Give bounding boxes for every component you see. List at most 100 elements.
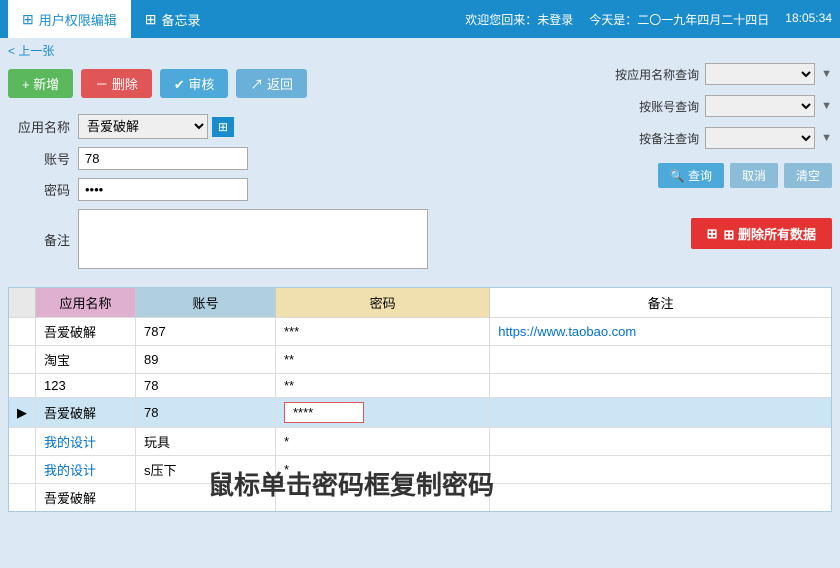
search-by-account-row: 按账号查询 ▼ (512, 95, 832, 117)
table-body: 吾爱破解787***https://www.taobao.com淘宝89**12… (9, 318, 831, 512)
search-by-app-select[interactable] (705, 63, 815, 85)
clear-button[interactable]: 清空 (784, 163, 832, 188)
row-arrow (9, 318, 36, 346)
password-input[interactable] (78, 178, 248, 201)
cell-app-name: 淘宝 (36, 346, 136, 374)
account-input[interactable] (78, 147, 248, 170)
app-grid-button[interactable]: ⊞ (212, 117, 234, 137)
col-password: 密码 (276, 288, 490, 318)
search-by-app-row: 按应用名称查询 ▼ (512, 63, 832, 85)
cell-app-name: 123 (36, 374, 136, 398)
cell-password[interactable]: *** (276, 318, 490, 346)
col-app-name: 应用名称 (36, 288, 136, 318)
cell-note (490, 484, 831, 512)
account-label: 账号 (8, 149, 78, 168)
note-label: 备注 (8, 230, 78, 249)
search-panel: 按应用名称查询 ▼ 按账号查询 ▼ 按备注查询 ▼ (512, 63, 832, 277)
tab-memo-label: 备忘录 (161, 10, 200, 29)
table-row[interactable]: 我的设计s压下* (9, 456, 831, 484)
app-select-row: 吾爱破解 ⊞ (78, 114, 234, 139)
table-row[interactable]: 12378** (9, 374, 831, 398)
delete-button[interactable]: － 删除 (81, 69, 152, 98)
delete-all-button[interactable]: ⊞ ⊞ 删除所有数据 (691, 218, 832, 249)
table-row[interactable]: 吾爱破解787***https://www.taobao.com (9, 318, 831, 346)
table-row[interactable]: 吾爱破解 (9, 484, 831, 512)
tab-user-permissions-label: 用户权限编辑 (39, 10, 117, 29)
search-icon: 🔍 (670, 169, 685, 183)
password-label: 密码 (8, 180, 78, 199)
search-by-note-row: 按备注查询 ▼ (512, 127, 832, 149)
cell-account: s压下 (136, 456, 276, 484)
note-input[interactable] (78, 209, 428, 269)
cell-account: 89 (136, 346, 276, 374)
grid-icon-1: ⊞ (22, 11, 34, 28)
chevron-down-icon-3: ▼ (821, 132, 832, 144)
table-row[interactable]: 我的设计玩具* (9, 428, 831, 456)
cell-app-name: 吾爱破解 (36, 484, 136, 512)
search-by-app-label: 按应用名称查询 (615, 66, 699, 83)
cell-note (490, 398, 831, 428)
tab-user-permissions[interactable]: ⊞ 用户权限编辑 (8, 0, 131, 38)
account-row: 账号 (8, 147, 492, 170)
search-buttons: 🔍 查询 取消 清空 (512, 163, 832, 188)
cell-password[interactable]: ** (276, 374, 490, 398)
cell-app-name: 我的设计 (36, 428, 136, 456)
cell-note (490, 428, 831, 456)
toolbar: + 新增 － 删除 ✔ 审核 ↗ 返回 (8, 63, 492, 104)
app-name-select[interactable]: 吾爱破解 (78, 114, 208, 139)
cell-password[interactable]: * (276, 428, 490, 456)
return-button[interactable]: ↗ 返回 (236, 69, 307, 98)
cell-app-name: 我的设计 (36, 456, 136, 484)
cancel-button[interactable]: 取消 (730, 163, 778, 188)
table-row[interactable]: 淘宝89** (9, 346, 831, 374)
note-row: 备注 (8, 209, 492, 269)
row-arrow (9, 428, 36, 456)
grid-icon-delete: ⊞ (707, 226, 718, 242)
app-name-label: 应用名称 (8, 117, 78, 136)
search-by-note-select[interactable] (705, 127, 815, 149)
topbar-info: 欢迎您回来：未登录 今天是：二〇一九年四月二十四日 18:05:34 (465, 11, 832, 28)
col-note: 备注 (490, 288, 831, 318)
row-arrow (9, 484, 36, 512)
topbar: ⊞ 用户权限编辑 ⊞ 备忘录 欢迎您回来：未登录 今天是：二〇一九年四月二十四日… (0, 0, 840, 38)
welcome-text: 欢迎您回来：未登录 (465, 11, 573, 28)
cell-password[interactable]: * (276, 456, 490, 484)
cell-note: https://www.taobao.com (490, 318, 831, 346)
search-by-note-label: 按备注查询 (639, 130, 699, 147)
cell-password[interactable]: **** (276, 398, 490, 428)
data-table: 应用名称 账号 密码 备注 吾爱破解787***https://www.taob… (9, 288, 831, 511)
row-arrow (9, 456, 36, 484)
password-row: 密码 (8, 178, 492, 201)
query-button[interactable]: 🔍 查询 (658, 163, 724, 188)
cell-account: 78 (136, 374, 276, 398)
form-left: + 新增 － 删除 ✔ 审核 ↗ 返回 应用名称 吾爱破解 ⊞ 账号 (8, 63, 492, 277)
cell-account (136, 484, 276, 512)
cell-password[interactable]: ** (276, 346, 490, 374)
cell-note (490, 456, 831, 484)
row-arrow: ▶ (9, 398, 36, 428)
cell-password[interactable] (276, 484, 490, 512)
cell-app-name: 吾爱破解 (36, 318, 136, 346)
review-button[interactable]: ✔ 审核 (160, 69, 229, 98)
cell-note (490, 346, 831, 374)
search-by-account-label: 按账号查询 (639, 98, 699, 115)
form-area: + 新增 － 删除 ✔ 审核 ↗ 返回 应用名称 吾爱破解 ⊞ 账号 (8, 63, 832, 277)
back-link[interactable]: < 上一张 (8, 42, 54, 59)
data-table-container: 应用名称 账号 密码 备注 吾爱破解787***https://www.taob… (8, 287, 832, 512)
add-button[interactable]: + 新增 (8, 69, 73, 98)
search-by-account-select[interactable] (705, 95, 815, 117)
table-row[interactable]: ▶吾爱破解78**** (9, 398, 831, 428)
main-content: < 上一张 + 新增 － 删除 ✔ 审核 ↗ 返回 应用名称 吾爱破解 ⊞ (0, 38, 840, 568)
table-header: 应用名称 账号 密码 备注 (9, 288, 831, 318)
date-text: 今天是：二〇一九年四月二十四日 (589, 11, 769, 28)
cell-note (490, 374, 831, 398)
chevron-down-icon-1: ▼ (821, 68, 832, 80)
tab-memo[interactable]: ⊞ 备忘录 (131, 0, 215, 38)
col-account: 账号 (136, 288, 276, 318)
cell-account: 玩具 (136, 428, 276, 456)
grid-icon-2: ⊞ (145, 11, 157, 28)
row-arrow (9, 346, 36, 374)
app-name-row: 应用名称 吾爱破解 ⊞ (8, 114, 492, 139)
cell-account: 78 (136, 398, 276, 428)
row-arrow (9, 374, 36, 398)
